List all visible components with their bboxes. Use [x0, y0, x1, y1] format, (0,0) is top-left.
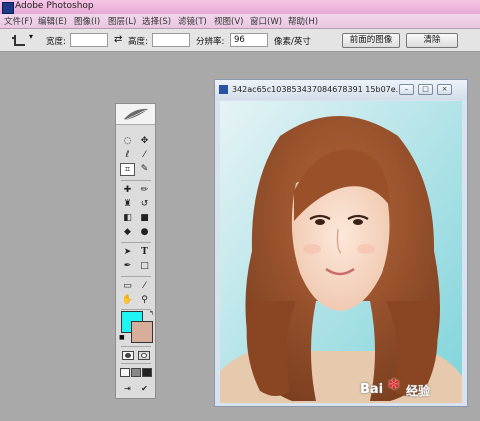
- chevron-down-icon[interactable]: ▾: [29, 32, 33, 41]
- menu-edit[interactable]: 编辑(E): [38, 15, 67, 27]
- magic-wand-icon[interactable]: ⁄: [137, 149, 152, 162]
- slice-icon[interactable]: ✎: [137, 163, 152, 176]
- toolbox-divider: [121, 363, 151, 364]
- swap-colors-icon[interactable]: ↰: [149, 310, 154, 317]
- watermark-brand: Bai: [360, 382, 384, 397]
- menu-image[interactable]: 图像(I): [74, 15, 100, 27]
- notes-icon[interactable]: ▭: [120, 280, 135, 293]
- toolbox-divider: [121, 242, 151, 243]
- background-color-swatch[interactable]: [131, 321, 153, 343]
- type-icon[interactable]: T: [137, 246, 152, 259]
- stamp-icon[interactable]: ♜: [120, 198, 135, 211]
- screen-mode-standard-icon[interactable]: [120, 368, 130, 377]
- quick-mask-icon[interactable]: [138, 351, 150, 360]
- document-icon: [219, 85, 228, 94]
- standard-mode-icon[interactable]: [122, 351, 134, 360]
- path-select-icon[interactable]: ➤: [120, 246, 135, 259]
- resolution-field[interactable]: 96: [230, 33, 268, 47]
- jump-to-imageready-icon[interactable]: ⇥: [120, 382, 135, 395]
- app-titlebar: Adobe Photoshop: [0, 0, 480, 14]
- feather-icon: [124, 108, 148, 121]
- brush-icon[interactable]: ✏: [137, 184, 152, 197]
- document-canvas[interactable]: Bai ✽ 经验: [220, 101, 462, 403]
- crop-tool-icon[interactable]: ⌗: [120, 163, 135, 176]
- swap-icon[interactable]: ⇄: [114, 34, 122, 45]
- menu-window[interactable]: 窗口(W): [250, 15, 282, 27]
- watermark-product: 经验: [406, 384, 431, 398]
- app-title: Adobe Photoshop: [15, 1, 94, 11]
- toolbox: ◌ ✥ ℓ ⁄ ⌗ ✎ ✚ ✏ ♜ ↺ ◧ ■ ◆ ● ➤ T ✒ □ ▭ ⁄ …: [115, 103, 156, 399]
- menu-file[interactable]: 文件(F): [4, 15, 33, 27]
- marquee-icon[interactable]: ◌: [120, 135, 135, 148]
- height-field[interactable]: [152, 33, 190, 47]
- menu-filter[interactable]: 滤镜(T): [178, 15, 207, 27]
- pen-icon[interactable]: ✒: [120, 260, 135, 273]
- crop-icon[interactable]: [12, 35, 25, 46]
- toolbox-header: [116, 104, 155, 125]
- maximize-icon[interactable]: □: [418, 84, 433, 95]
- blur-icon[interactable]: ◆: [120, 226, 135, 239]
- hand-icon[interactable]: ✋: [120, 294, 135, 307]
- resolution-label: 分辨率:: [196, 37, 225, 47]
- height-label: 高度:: [128, 37, 148, 47]
- eyedropper-icon[interactable]: ⁄: [137, 280, 152, 293]
- menu-view[interactable]: 视图(V): [214, 15, 243, 27]
- photoshop-logo-icon: [2, 2, 14, 14]
- width-label: 宽度:: [46, 37, 66, 47]
- portrait-photo: [220, 101, 462, 403]
- healing-icon[interactable]: ✚: [120, 184, 135, 197]
- close-icon[interactable]: ×: [437, 84, 452, 95]
- dodge-icon[interactable]: ●: [137, 226, 152, 239]
- toolbox-divider: [121, 180, 151, 181]
- menu-help[interactable]: 帮助(H): [288, 15, 318, 27]
- options-bar: ▾ 宽度: ⇄ 高度: 分辨率: 96 像素/英寸 前面的图像 清除: [0, 29, 480, 52]
- eraser-icon[interactable]: ◧: [120, 212, 135, 225]
- paw-icon: ✽: [388, 377, 400, 393]
- menu-select[interactable]: 选择(S): [142, 15, 171, 27]
- shape-icon[interactable]: □: [137, 260, 152, 273]
- clear-button[interactable]: 清除: [406, 33, 458, 48]
- toolbox-divider: [121, 276, 151, 277]
- default-colors-icon[interactable]: ■: [119, 334, 125, 341]
- minimize-icon[interactable]: –: [399, 84, 414, 95]
- screen-mode-menu-icon[interactable]: [131, 368, 141, 377]
- history-brush-icon[interactable]: ↺: [137, 198, 152, 211]
- document-title: 342ac65c103853437084678391 15b07e...: [232, 85, 404, 94]
- checkmark-icon[interactable]: ✔: [137, 382, 152, 395]
- toolbox-divider: [121, 309, 151, 310]
- zoom-icon[interactable]: ⚲: [137, 294, 152, 307]
- screen-mode-full-icon[interactable]: [142, 368, 152, 377]
- document-window: 342ac65c103853437084678391 15b07e... – □…: [214, 79, 468, 407]
- width-field[interactable]: [70, 33, 108, 47]
- toolbox-divider: [121, 346, 151, 347]
- document-titlebar[interactable]: 342ac65c103853437084678391 15b07e... – □…: [215, 80, 467, 100]
- menu-layer[interactable]: 图层(L): [108, 15, 136, 27]
- gradient-icon[interactable]: ■: [137, 212, 152, 225]
- move-icon[interactable]: ✥: [137, 135, 152, 148]
- menu-bar: 文件(F) 编辑(E) 图像(I) 图层(L) 选择(S) 滤镜(T) 视图(V…: [0, 14, 480, 29]
- front-image-button[interactable]: 前面的图像: [342, 33, 400, 48]
- resolution-unit-select[interactable]: 像素/英寸: [274, 35, 311, 47]
- lasso-icon[interactable]: ℓ: [120, 149, 135, 162]
